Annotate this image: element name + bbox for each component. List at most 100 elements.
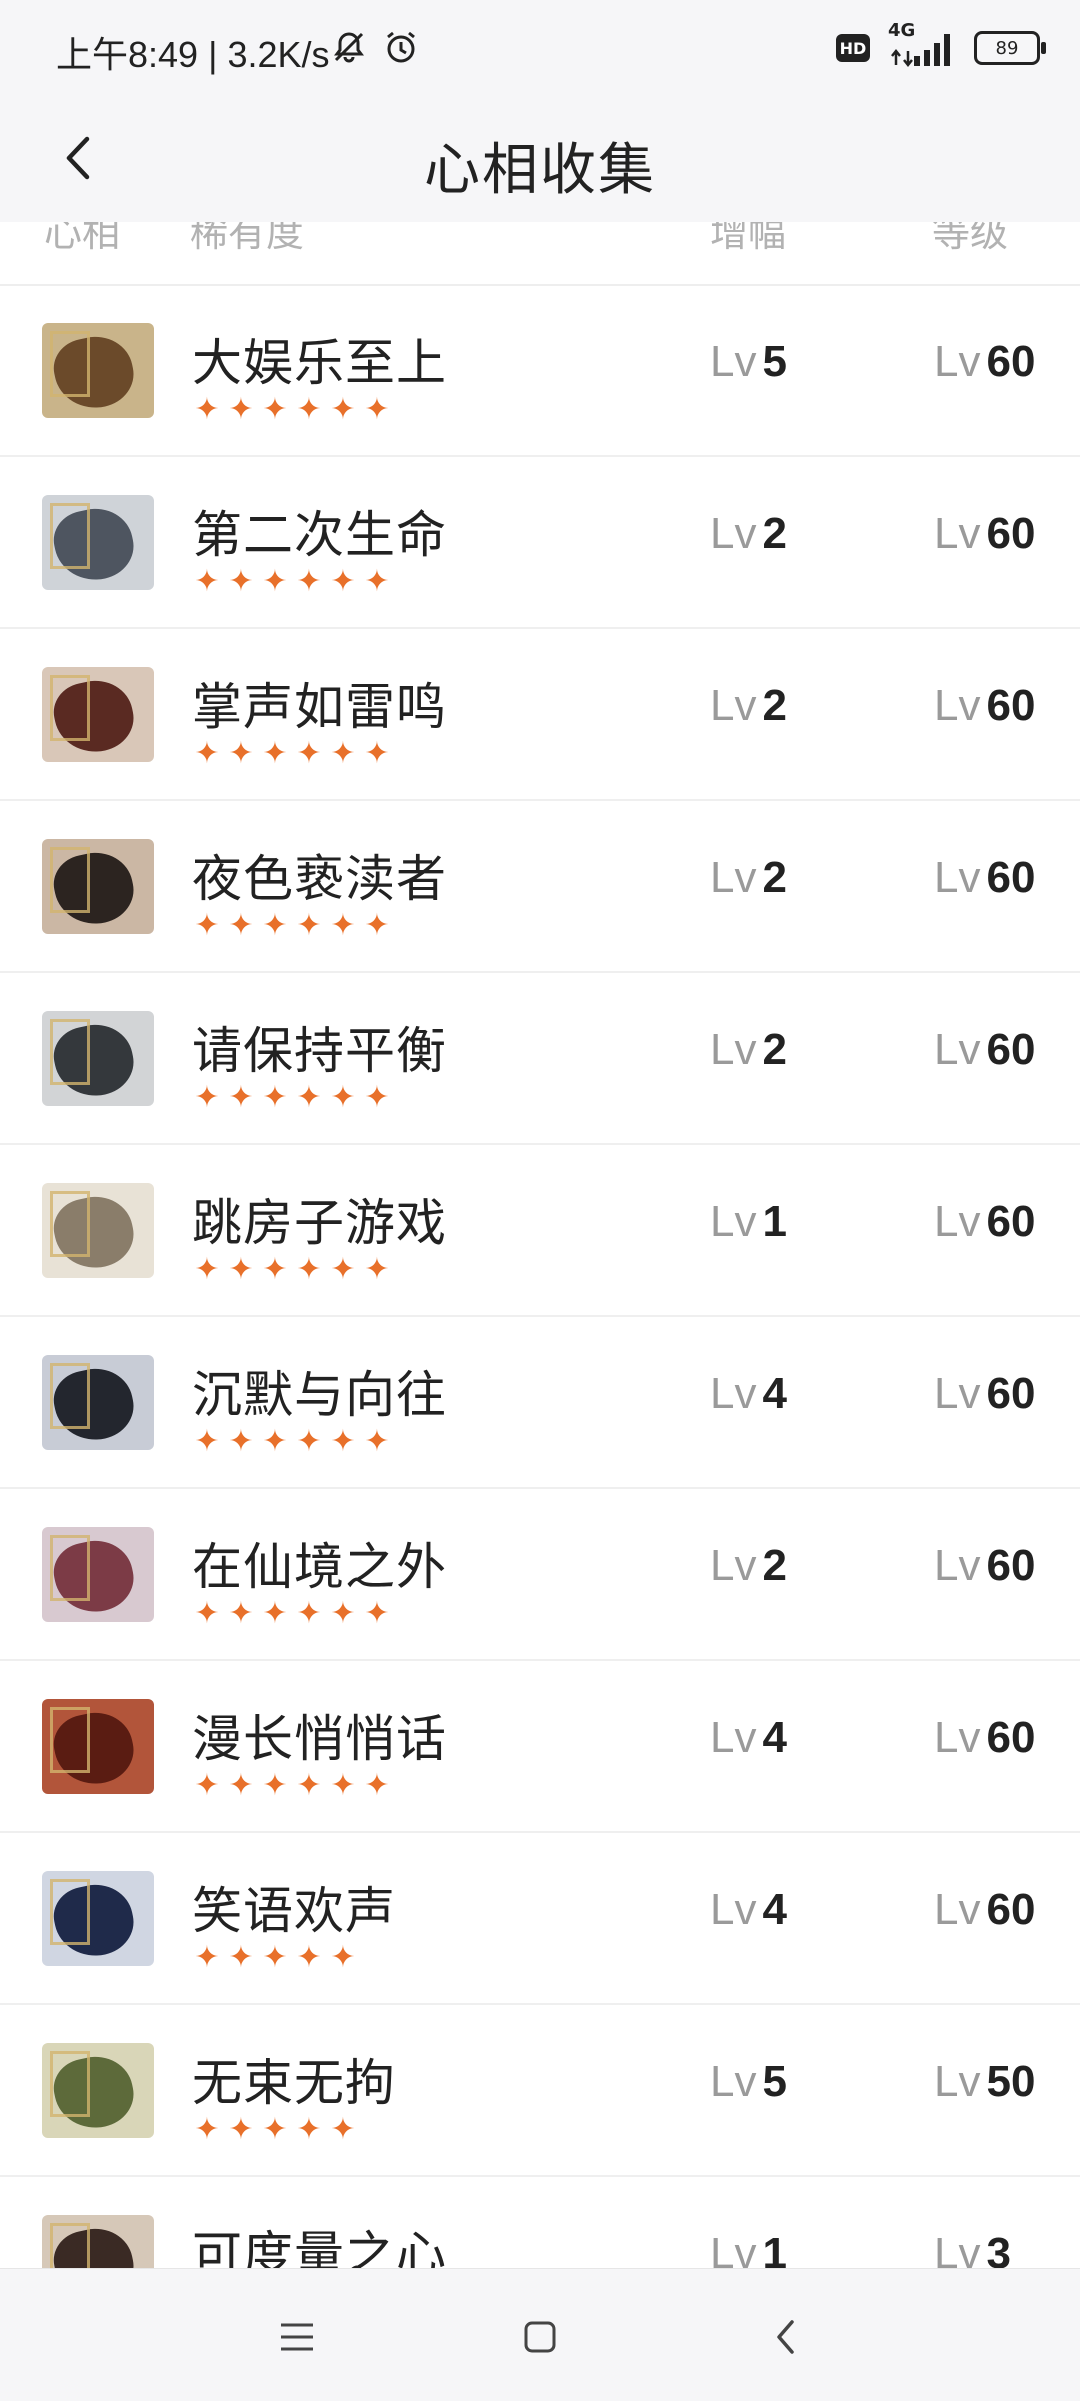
portrait-frame [50, 503, 90, 569]
boost-level: Lv 5 [710, 337, 787, 387]
header: 心相收集 [0, 105, 1080, 222]
menu-icon [277, 2320, 317, 2358]
top-bar: 上午8:49 | 3.2K/s HD 4G 89 心相收集 [0, 0, 1080, 222]
character-level: Lv 60 [934, 681, 1035, 731]
star-icon: ✦ [194, 1080, 220, 1115]
boost-value: 2 [762, 1025, 787, 1074]
star-icon: ✦ [296, 1252, 322, 1287]
boost-value: 4 [762, 1885, 787, 1934]
star-icon: ✦ [194, 2112, 220, 2147]
character-level: Lv 60 [934, 1369, 1035, 1419]
recent-apps-button[interactable] [267, 2309, 327, 2369]
level-value: 60 [986, 1885, 1036, 1934]
star-icon: ✦ [228, 1940, 254, 1975]
star-icon: ✦ [228, 392, 254, 427]
star-icon: ✦ [296, 392, 322, 427]
star-icon: ✦ [296, 736, 322, 771]
lv-prefix: Lv [710, 1025, 757, 1074]
list-item[interactable]: 跳房子游戏 ✦ ✦ ✦ ✦ ✦ ✦ Lv 1 Lv 60 [0, 1145, 1080, 1317]
item-name: 跳房子游戏 [192, 1194, 447, 1252]
list-item[interactable]: 漫长悄悄话 ✦ ✦ ✦ ✦ ✦ ✦ Lv 4 Lv 60 [0, 1661, 1080, 1833]
boost-level: Lv 2 [710, 1541, 787, 1591]
system-nav-bar [0, 2268, 1080, 2401]
star-icon: ✦ [296, 1596, 322, 1631]
list-item[interactable]: 掌声如雷鸣 ✦ ✦ ✦ ✦ ✦ ✦ Lv 2 Lv 60 [0, 629, 1080, 801]
portrait-thumbnail [42, 1527, 154, 1622]
portrait-frame [50, 2051, 90, 2117]
lv-prefix: Lv [710, 1197, 757, 1246]
star-icon: ✦ [296, 2112, 322, 2147]
star-icon: ✦ [194, 564, 220, 599]
character-level: Lv 60 [934, 1025, 1035, 1075]
system-back-button[interactable] [756, 2309, 816, 2369]
star-icon: ✦ [330, 564, 356, 599]
item-name: 漫长悄悄话 [192, 1710, 447, 1768]
status-separator: | [198, 34, 228, 75]
portrait-frame [50, 1879, 90, 1945]
list-item[interactable]: 在仙境之外 ✦ ✦ ✦ ✦ ✦ ✦ Lv 2 Lv 60 [0, 1489, 1080, 1661]
star-icon: ✦ [296, 1080, 322, 1115]
star-icon: ✦ [330, 908, 356, 943]
list-item[interactable]: 无束无拘 ✦ ✦ ✦ ✦ ✦ Lv 5 Lv 50 [0, 2005, 1080, 2177]
character-level: Lv 50 [934, 2057, 1035, 2107]
list-item[interactable]: 请保持平衡 ✦ ✦ ✦ ✦ ✦ ✦ Lv 2 Lv 60 [0, 973, 1080, 1145]
boost-value: 4 [762, 1713, 787, 1762]
portrait-thumbnail [42, 2043, 154, 2138]
rarity-stars: ✦✦✦✦✦ [192, 1943, 358, 1973]
star-icon: ✦ [364, 908, 390, 943]
portrait-thumbnail [42, 839, 154, 934]
boost-level: Lv 2 [710, 509, 787, 559]
star-icon: ✦ [296, 1940, 322, 1975]
item-name: 夜色亵渎者 [192, 850, 447, 908]
lv-prefix: Lv [934, 509, 981, 558]
star-icon: ✦ [330, 1596, 356, 1631]
rarity-stars: ✦ ✦ ✦ ✦ ✦ ✦ [192, 395, 392, 425]
rarity-stars: ✦ ✦ ✦ ✦ ✦ ✦ [192, 1427, 392, 1457]
home-button[interactable] [510, 2309, 570, 2369]
battery-level: 89 [995, 37, 1019, 59]
star-icon: ✦ [262, 2112, 288, 2147]
list-item[interactable]: 夜色亵渎者 ✦ ✦ ✦ ✦ ✦ ✦ Lv 2 Lv 60 [0, 801, 1080, 973]
list-item[interactable]: 第二次生命 ✦ ✦ ✦ ✦ ✦ ✦ Lv 2 Lv 60 [0, 457, 1080, 629]
lv-prefix: Lv [710, 1541, 757, 1590]
star-icon: ✦ [228, 2112, 254, 2147]
character-level: Lv 60 [934, 1541, 1035, 1591]
level-value: 60 [986, 853, 1036, 902]
boost-value: 2 [762, 1541, 787, 1590]
star-icon: ✦ [228, 736, 254, 771]
lv-prefix: Lv [934, 1713, 981, 1762]
character-level: Lv 60 [934, 1713, 1035, 1763]
star-icon: ✦ [228, 1080, 254, 1115]
boost-level: Lv 1 [710, 1197, 787, 1247]
character-level: Lv 60 [934, 337, 1035, 387]
list-item[interactable]: 大娱乐至上 ✦ ✦ ✦ ✦ ✦ ✦ Lv 5 Lv 60 [0, 285, 1080, 457]
boost-value: 1 [762, 1197, 787, 1246]
star-icon: ✦ [262, 392, 288, 427]
rarity-stars: ✦ ✦ ✦ ✦ ✦ ✦ [192, 1771, 392, 1801]
lv-prefix: Lv [710, 1713, 757, 1762]
boost-value: 2 [762, 681, 787, 730]
portrait-thumbnail [42, 1871, 154, 1966]
boost-level: Lv 4 [710, 1369, 787, 1419]
star-icon: ✦ [194, 1596, 220, 1631]
boost-value: 2 [762, 509, 787, 558]
lv-prefix: Lv [710, 509, 757, 558]
boost-level: Lv 2 [710, 681, 787, 731]
star-icon: ✦ [330, 1252, 356, 1287]
star-icon: ✦ [194, 392, 220, 427]
item-name: 沉默与向往 [192, 1366, 447, 1424]
lv-prefix: Lv [710, 337, 757, 386]
star-icon: ✦ [262, 1080, 288, 1115]
rarity-stars: ✦ ✦ ✦ ✦ ✦ ✦ [192, 911, 392, 941]
light-cone-list: 大娱乐至上 ✦ ✦ ✦ ✦ ✦ ✦ Lv 5 Lv 60 第二次生命 ✦ ✦ ✦ ✦ ✦ ✦ Lv 2 Lv 60 掌声如雷… [0, 285, 1080, 2349]
level-value: 60 [986, 509, 1036, 558]
cell-signal-icon: 4G [886, 20, 958, 68]
character-level: Lv 60 [934, 1197, 1035, 1247]
list-item[interactable]: 沉默与向往 ✦ ✦ ✦ ✦ ✦ ✦ Lv 4 Lv 60 [0, 1317, 1080, 1489]
list-item[interactable]: 笑语欢声 ✦ ✦ ✦ ✦ ✦ Lv 4 Lv 60 [0, 1833, 1080, 2005]
portrait-thumbnail [42, 1355, 154, 1450]
level-value: 60 [986, 681, 1036, 730]
lv-prefix: Lv [710, 2057, 757, 2106]
portrait-thumbnail [42, 323, 154, 418]
square-icon [520, 2317, 560, 2361]
